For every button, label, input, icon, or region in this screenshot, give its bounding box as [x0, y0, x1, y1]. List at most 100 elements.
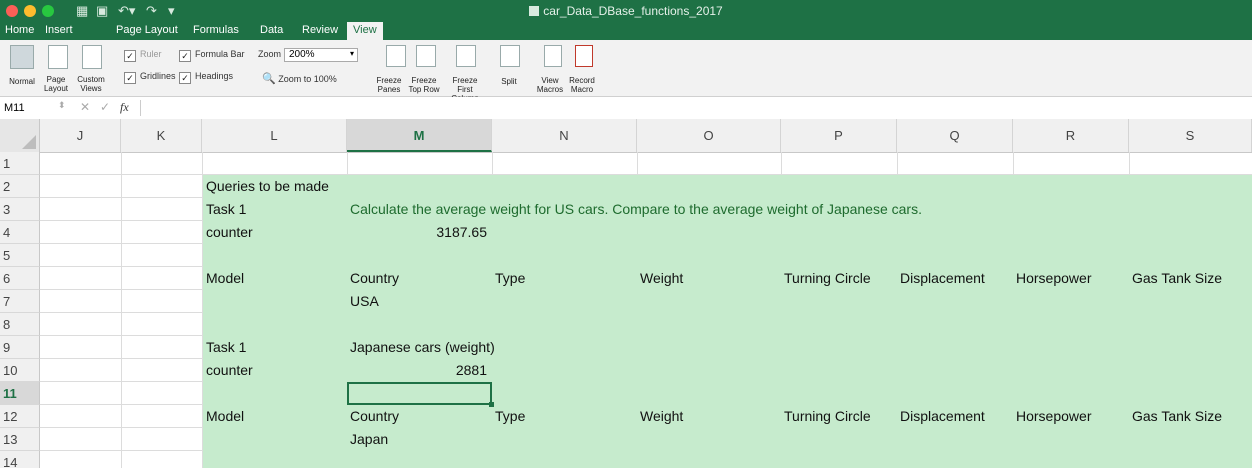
- custom-views-label[interactable]: Custom Views: [74, 75, 108, 93]
- record-macro-icon[interactable]: [575, 45, 593, 67]
- gridlines-label: Gridlines: [140, 71, 176, 81]
- cell-p6[interactable]: Turning Circle: [784, 267, 871, 290]
- cell-m9[interactable]: Japanese cars (weight): [350, 336, 495, 359]
- cancel-icon[interactable]: ✕: [80, 100, 90, 114]
- name-box-stepper-icon[interactable]: ⬍: [58, 100, 66, 111]
- cell-l3[interactable]: Task 1: [206, 198, 246, 221]
- formula-bar-label: Formula Bar: [195, 49, 245, 59]
- headings-checkbox[interactable]: ✓ Headings: [179, 71, 233, 84]
- cell-m10[interactable]: 2881: [347, 359, 487, 382]
- gridlines-checkbox[interactable]: ✓ Gridlines: [124, 71, 176, 84]
- cell-n12[interactable]: Type: [495, 405, 525, 428]
- cell-s6[interactable]: Gas Tank Size: [1132, 267, 1222, 290]
- row-header-9[interactable]: 9: [0, 336, 40, 359]
- cell-l4[interactable]: counter: [206, 221, 253, 244]
- cell-o6[interactable]: Weight: [640, 267, 683, 290]
- gridline: [40, 381, 202, 382]
- gridline: [637, 152, 638, 174]
- column-header-o[interactable]: O: [637, 119, 781, 152]
- ruler-label: Ruler: [140, 49, 162, 59]
- tab-page-layout[interactable]: Page Layout: [116, 24, 178, 36]
- row-header-3[interactable]: 3: [0, 198, 40, 221]
- cell-m7[interactable]: USA: [350, 290, 379, 313]
- worksheet-grid[interactable]: 1 2 3 4 5 6 7 8 9 10 11 12 13 14 Queries…: [0, 152, 1252, 468]
- cell-n6[interactable]: Type: [495, 267, 525, 290]
- excel-file-icon: [529, 6, 540, 16]
- tab-insert[interactable]: Insert: [45, 24, 73, 36]
- row-header-2[interactable]: 2: [0, 175, 40, 198]
- column-header-k[interactable]: K: [121, 119, 202, 152]
- fill-handle[interactable]: [489, 402, 494, 407]
- tab-home[interactable]: Home: [5, 24, 34, 36]
- cell-q6[interactable]: Displacement: [900, 267, 985, 290]
- cell-s12[interactable]: Gas Tank Size: [1132, 405, 1222, 428]
- column-header-l[interactable]: L: [202, 119, 347, 152]
- row-header-4[interactable]: 4: [0, 221, 40, 244]
- page-layout-view-label[interactable]: Page Layout: [40, 75, 72, 93]
- name-box[interactable]: M11: [0, 97, 50, 119]
- row-header-7[interactable]: 7: [0, 290, 40, 313]
- tab-data[interactable]: Data: [260, 24, 283, 36]
- cell-m6[interactable]: Country: [350, 267, 399, 290]
- cell-l10[interactable]: counter: [206, 359, 253, 382]
- column-header-n[interactable]: N: [492, 119, 637, 152]
- cell-l6[interactable]: Model: [206, 267, 244, 290]
- row-header-1[interactable]: 1: [0, 152, 40, 175]
- row-header-13[interactable]: 13: [0, 428, 40, 451]
- row-header-6[interactable]: 6: [0, 267, 40, 290]
- tab-view[interactable]: View: [347, 22, 383, 40]
- normal-view-label[interactable]: Normal: [4, 77, 40, 86]
- column-header-j[interactable]: J: [40, 119, 121, 152]
- cell-q12[interactable]: Displacement: [900, 405, 985, 428]
- split-icon[interactable]: [500, 45, 520, 67]
- cell-m13[interactable]: Japan: [350, 428, 388, 451]
- cell-p12[interactable]: Turning Circle: [784, 405, 871, 428]
- cell-m3[interactable]: Calculate the average weight for US cars…: [350, 198, 922, 221]
- column-header-q[interactable]: Q: [897, 119, 1013, 152]
- cell-r6[interactable]: Horsepower: [1016, 267, 1091, 290]
- page-layout-view-icon[interactable]: [48, 45, 68, 69]
- insert-function-icon[interactable]: fx: [120, 100, 129, 115]
- custom-views-icon[interactable]: [82, 45, 102, 69]
- freeze-first-column-icon[interactable]: [456, 45, 476, 67]
- enter-check-icon[interactable]: ✓: [100, 100, 110, 114]
- freeze-top-row-label[interactable]: Freeze Top Row: [406, 76, 442, 94]
- row-header-10[interactable]: 10: [0, 359, 40, 382]
- column-header-r[interactable]: R: [1013, 119, 1129, 152]
- view-macros-label[interactable]: View Macros: [534, 76, 566, 94]
- row-header-14[interactable]: 14: [0, 451, 40, 468]
- column-header-m[interactable]: M: [347, 119, 492, 152]
- gridlines-check-mark: ✓: [124, 72, 136, 84]
- column-header-s[interactable]: S: [1129, 119, 1252, 152]
- column-header-p[interactable]: P: [781, 119, 897, 152]
- gridline: [1129, 152, 1130, 174]
- split-label[interactable]: Split: [494, 77, 524, 86]
- ruler-checkbox[interactable]: ✓ Ruler: [124, 49, 162, 62]
- zoom-to-100-button[interactable]: 🔍 Zoom to 100%: [262, 72, 337, 85]
- view-macros-icon[interactable]: [544, 45, 562, 67]
- select-all-corner[interactable]: [0, 119, 40, 152]
- cell-o12[interactable]: Weight: [640, 405, 683, 428]
- freeze-top-row-icon[interactable]: [416, 45, 436, 67]
- record-macro-label[interactable]: Record Macro: [566, 76, 598, 94]
- cell-m12[interactable]: Country: [350, 405, 399, 428]
- row-header-11[interactable]: 11: [0, 382, 40, 405]
- headings-label: Headings: [195, 71, 234, 81]
- normal-view-icon[interactable]: [10, 45, 34, 69]
- row-header-12[interactable]: 12: [0, 405, 40, 428]
- row-header-8[interactable]: 8: [0, 313, 40, 336]
- cell-l2[interactable]: Queries to be made: [206, 175, 329, 198]
- tab-review[interactable]: Review: [302, 24, 338, 36]
- active-cell-m11[interactable]: [347, 382, 494, 407]
- cell-l12[interactable]: Model: [206, 405, 244, 428]
- freeze-panes-icon[interactable]: [386, 45, 406, 67]
- cell-l9[interactable]: Task 1: [206, 336, 246, 359]
- zoom-select[interactable]: 200% ▾: [284, 48, 358, 62]
- gridline: [40, 243, 202, 244]
- row-header-5[interactable]: 5: [0, 244, 40, 267]
- tab-formulas[interactable]: Formulas: [193, 24, 239, 36]
- cell-r12[interactable]: Horsepower: [1016, 405, 1091, 428]
- freeze-panes-label[interactable]: Freeze Panes: [374, 76, 404, 94]
- formula-bar-checkbox[interactable]: ✓ Formula Bar: [179, 49, 245, 62]
- cell-m4[interactable]: 3187.65: [347, 221, 487, 244]
